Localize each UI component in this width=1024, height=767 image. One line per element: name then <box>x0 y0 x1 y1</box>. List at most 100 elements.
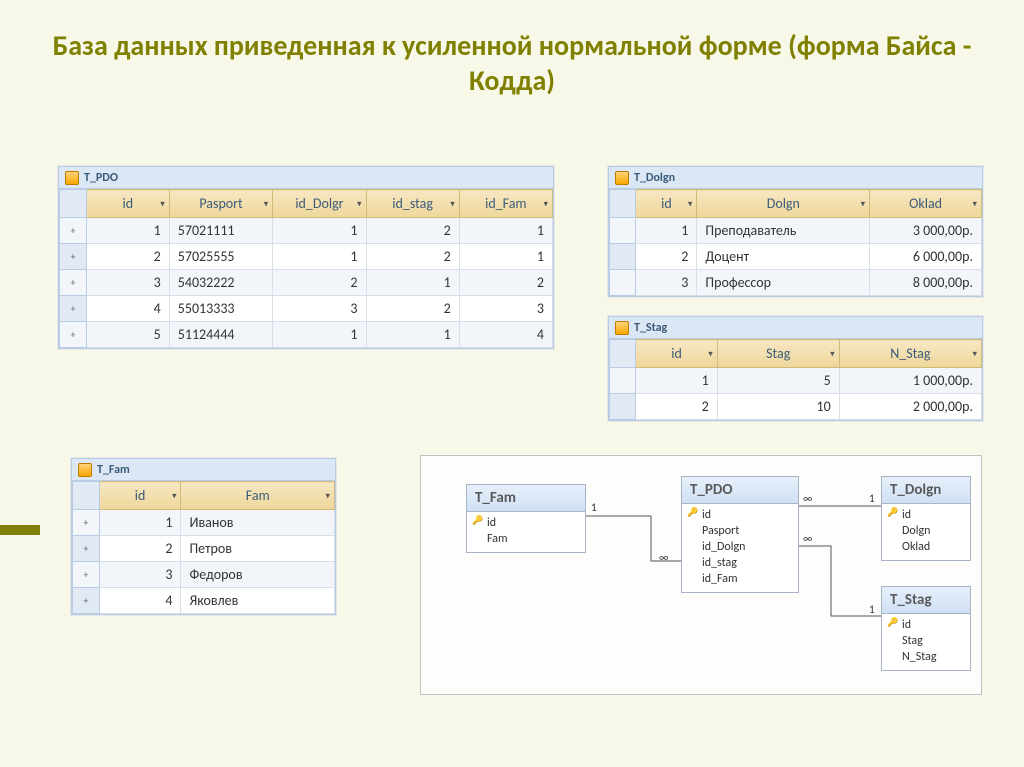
datasheet-stag[interactable]: id▾Stag▾N_Stag▾151 000,00р.2102 000,00р. <box>609 339 982 420</box>
cell[interactable]: 4 <box>99 588 181 614</box>
cell[interactable]: 4 <box>86 296 169 322</box>
column-header[interactable]: Stag▾ <box>717 340 839 368</box>
row-expand[interactable]: + <box>60 296 87 322</box>
dropdown-icon[interactable]: ▾ <box>264 198 269 209</box>
row-expand[interactable]: + <box>73 588 100 614</box>
cell[interactable]: 1 <box>366 322 459 348</box>
datasheet-dolgn[interactable]: id▾Dolgn▾Oklad▾1Преподаватель3 000,00р.2… <box>609 189 982 296</box>
entity-dolgn[interactable]: T_Dolgn idDolgnOklad <box>881 476 971 561</box>
column-header[interactable]: N_Stag▾ <box>839 340 981 368</box>
column-header[interactable]: id_Dolgr▾ <box>273 190 366 218</box>
cell[interactable]: 2 <box>366 244 459 270</box>
table-tab-fam[interactable]: T_Fam <box>72 459 335 481</box>
cell[interactable]: 1 <box>636 218 697 244</box>
cell[interactable]: 8 000,00р. <box>870 270 982 296</box>
cell[interactable]: 1 <box>99 510 181 536</box>
column-header[interactable]: id_stag▾ <box>366 190 459 218</box>
cell[interactable]: 57021111 <box>169 218 273 244</box>
column-header[interactable]: Fam▾ <box>181 482 335 510</box>
datasheet-fam[interactable]: id▾Fam▾+1Иванов+2Петров+3Федоров+4Яковле… <box>72 481 335 614</box>
row-expand[interactable]: + <box>73 562 100 588</box>
cell[interactable]: 2 <box>636 394 717 420</box>
table-row[interactable]: +3Федоров <box>73 562 335 588</box>
dropdown-icon[interactable]: ▾ <box>861 198 866 209</box>
cell[interactable]: 1 <box>366 270 459 296</box>
table-tab-stag[interactable]: T_Stag <box>609 317 982 339</box>
cell[interactable]: Иванов <box>181 510 335 536</box>
entity-stag[interactable]: T_Stag idStagN_Stag <box>881 586 971 671</box>
cell[interactable]: 2 <box>366 218 459 244</box>
dropdown-icon[interactable]: ▾ <box>972 348 977 359</box>
table-row[interactable]: 2Доцент6 000,00р. <box>610 244 982 270</box>
cell[interactable]: 5 <box>717 368 839 394</box>
row-expand[interactable]: + <box>73 536 100 562</box>
table-row[interactable]: +157021111121 <box>60 218 553 244</box>
cell[interactable]: 3 <box>99 562 181 588</box>
dropdown-icon[interactable]: ▾ <box>172 490 177 501</box>
dropdown-icon[interactable]: ▾ <box>708 348 713 359</box>
column-header[interactable]: id_Fam▾ <box>459 190 552 218</box>
table-row[interactable]: +551124444114 <box>60 322 553 348</box>
entity-pdo[interactable]: T_PDO idPasportid_Dolgnid_stagid_Fam <box>681 476 799 593</box>
cell[interactable]: 57025555 <box>169 244 273 270</box>
cell[interactable]: 1 <box>636 368 717 394</box>
cell[interactable]: 1 <box>459 218 552 244</box>
row-expand[interactable] <box>610 218 636 244</box>
cell[interactable]: 3 <box>273 296 366 322</box>
dropdown-icon[interactable]: ▾ <box>357 198 362 209</box>
dropdown-icon[interactable]: ▾ <box>160 198 165 209</box>
cell[interactable]: 6 000,00р. <box>870 244 982 270</box>
cell[interactable]: 55013333 <box>169 296 273 322</box>
row-expand[interactable] <box>610 368 636 394</box>
table-tab-pdo[interactable]: T_PDO <box>59 167 553 189</box>
cell[interactable]: 1 <box>273 322 366 348</box>
cell[interactable]: 2 <box>459 270 552 296</box>
row-expand[interactable] <box>610 244 636 270</box>
column-header[interactable]: Oklad▾ <box>870 190 982 218</box>
cell[interactable]: 2 <box>273 270 366 296</box>
column-header[interactable]: id▾ <box>636 190 697 218</box>
table-row[interactable]: +354032222212 <box>60 270 553 296</box>
row-expand[interactable] <box>610 394 636 420</box>
cell[interactable]: 3 <box>86 270 169 296</box>
cell[interactable]: 1 <box>86 218 169 244</box>
table-row[interactable]: 2102 000,00р. <box>610 394 982 420</box>
cell[interactable]: Доцент <box>697 244 870 270</box>
cell[interactable]: 2 <box>366 296 459 322</box>
cell[interactable]: 3 <box>459 296 552 322</box>
column-header[interactable]: id▾ <box>636 340 717 368</box>
cell[interactable]: 2 000,00р. <box>839 394 981 420</box>
cell[interactable]: Профессор <box>697 270 870 296</box>
cell[interactable]: 10 <box>717 394 839 420</box>
column-header[interactable]: Dolgn▾ <box>697 190 870 218</box>
cell[interactable]: 3 000,00р. <box>870 218 982 244</box>
row-expand[interactable] <box>610 270 636 296</box>
cell[interactable]: Преподаватель <box>697 218 870 244</box>
cell[interactable]: 51124444 <box>169 322 273 348</box>
dropdown-icon[interactable]: ▾ <box>688 198 693 209</box>
cell[interactable]: 2 <box>636 244 697 270</box>
dropdown-icon[interactable]: ▾ <box>830 348 835 359</box>
cell[interactable]: 5 <box>86 322 169 348</box>
table-row[interactable]: +1Иванов <box>73 510 335 536</box>
dropdown-icon[interactable]: ▾ <box>972 198 977 209</box>
table-row[interactable]: +257025555121 <box>60 244 553 270</box>
row-expand[interactable]: + <box>60 322 87 348</box>
cell[interactable]: 4 <box>459 322 552 348</box>
cell[interactable]: Федоров <box>181 562 335 588</box>
table-row[interactable]: 3Профессор8 000,00р. <box>610 270 982 296</box>
cell[interactable]: 2 <box>99 536 181 562</box>
datasheet-pdo[interactable]: id▾Pasport▾id_Dolgr▾id_stag▾id_Fam▾+1570… <box>59 189 553 348</box>
cell[interactable]: 2 <box>86 244 169 270</box>
row-expand[interactable]: + <box>60 270 87 296</box>
row-expand[interactable]: + <box>60 218 87 244</box>
table-row[interactable]: +455013333323 <box>60 296 553 322</box>
column-header[interactable]: id▾ <box>99 482 181 510</box>
entity-fam[interactable]: T_Fam idFam <box>466 484 586 553</box>
table-row[interactable]: 1Преподаватель3 000,00р. <box>610 218 982 244</box>
dropdown-icon[interactable]: ▾ <box>325 490 330 501</box>
cell[interactable]: 1 <box>273 244 366 270</box>
table-row[interactable]: 151 000,00р. <box>610 368 982 394</box>
cell[interactable]: 3 <box>636 270 697 296</box>
table-tab-dolgn[interactable]: T_Dolgn <box>609 167 982 189</box>
